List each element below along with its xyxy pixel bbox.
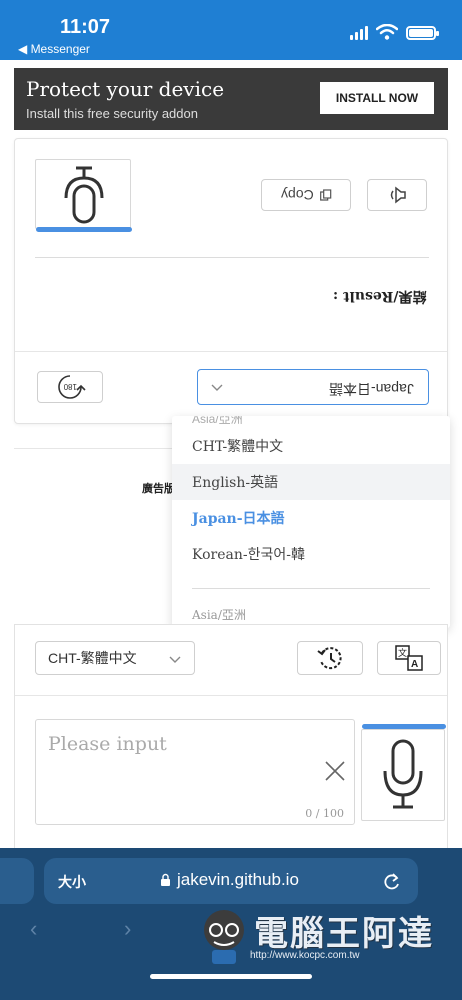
watermark-brand: 電腦王阿達	[254, 915, 434, 953]
dropdown-group-asia: Asia/亞洲	[192, 608, 246, 622]
ad-headline: Protect your device	[26, 77, 225, 101]
ad-subtext: Install this free security addon	[26, 106, 198, 121]
result-panel: Copy 結果/Result : 180 Japan-日本語	[14, 138, 448, 424]
url-display: jakevin.github.io	[160, 870, 299, 890]
input-mic-button[interactable]	[361, 724, 446, 821]
watermark: 電腦王阿達 http://www.kocpc.com.tw	[196, 900, 436, 970]
clock: 11:07	[60, 16, 111, 38]
status-icons	[350, 24, 439, 40]
wifi-icon	[376, 24, 398, 40]
back-to-app-link[interactable]: ◀ Messenger	[18, 42, 90, 56]
translate-icon: 文 A	[395, 645, 423, 671]
copy-icon	[319, 189, 331, 201]
rotate-180-button[interactable]: 180	[37, 371, 103, 403]
rotate-label: 180	[63, 382, 77, 391]
microphone-icon	[64, 166, 104, 224]
speak-button[interactable]	[367, 179, 427, 211]
previous-tab[interactable]	[0, 858, 34, 904]
translate-button[interactable]: 文 A	[377, 641, 441, 675]
result-label: 結果/Result :	[333, 287, 427, 307]
mic-active-bar	[36, 227, 132, 232]
mascot-icon	[204, 910, 244, 964]
url-text: jakevin.github.io	[177, 870, 299, 889]
install-now-button[interactable]: INSTALL NOW	[320, 82, 434, 114]
copy-label: Copy	[280, 187, 314, 203]
signal-icon	[350, 26, 368, 40]
ad-label: 廣告版	[142, 483, 175, 495]
mic-active-bar	[362, 724, 446, 729]
dropdown-item-english[interactable]: English-英語	[172, 464, 450, 500]
copy-button-content: Copy	[281, 187, 332, 203]
output-mic-button[interactable]	[35, 159, 132, 232]
target-language-value: Japan-日本語	[329, 381, 414, 397]
address-bar[interactable]: 大小 jakevin.github.io	[44, 858, 418, 904]
rotate-icon: 180	[58, 375, 86, 399]
character-counter: 0 / 100	[305, 807, 344, 820]
dropdown-item-korean[interactable]: Korean-한국어-韓	[172, 536, 450, 572]
watermark-site: http://www.kocpc.com.tw	[250, 950, 360, 961]
ad-banner[interactable]: Protect your device Install this free se…	[14, 68, 448, 130]
battery-icon	[406, 26, 439, 40]
svg-text:A: A	[411, 659, 418, 670]
history-button[interactable]	[297, 641, 363, 675]
target-language-select[interactable]: Japan-日本語	[197, 369, 429, 405]
speaker-icon	[390, 186, 406, 204]
chevron-down-icon	[169, 656, 181, 663]
text-size-button[interactable]: 大小	[58, 872, 86, 892]
reload-icon[interactable]	[382, 870, 402, 892]
chevron-right-icon[interactable]: ›	[124, 916, 131, 942]
result-label-text: 結果/Result :	[333, 288, 427, 304]
dropdown-item-cht[interactable]: CHT-繁體中文	[172, 428, 450, 464]
close-icon[interactable]	[322, 758, 348, 784]
copy-button[interactable]: Copy	[261, 179, 351, 211]
source-language-value: CHT-繁體中文	[48, 650, 137, 666]
language-dropdown[interactable]: Asia/亞洲 CHT-繁體中文 English-英語 Japan-日本語 Ko…	[172, 416, 450, 628]
dropdown-separator	[192, 588, 430, 589]
microphone-icon	[383, 739, 423, 809]
divider	[15, 351, 447, 352]
dropdown-item-japan[interactable]: Japan-日本語	[172, 500, 450, 536]
home-indicator	[150, 974, 312, 979]
lock-icon	[161, 873, 170, 886]
text-input[interactable]	[36, 720, 326, 760]
dropdown-cut-item: Asia/亞洲	[192, 416, 243, 426]
source-language-select[interactable]: CHT-繁體中文	[35, 641, 195, 675]
input-panel: CHT-繁體中文 文 A 0 / 100	[14, 624, 448, 850]
text-input-box: 0 / 100	[35, 719, 355, 825]
divider	[15, 695, 447, 696]
divider	[35, 257, 429, 258]
chevron-left-icon[interactable]: ‹	[30, 916, 37, 942]
status-bar: 11:07 ◀ Messenger	[0, 0, 462, 60]
chevron-down-icon	[211, 384, 223, 391]
svg-text:文: 文	[398, 647, 407, 659]
history-icon	[317, 647, 342, 670]
